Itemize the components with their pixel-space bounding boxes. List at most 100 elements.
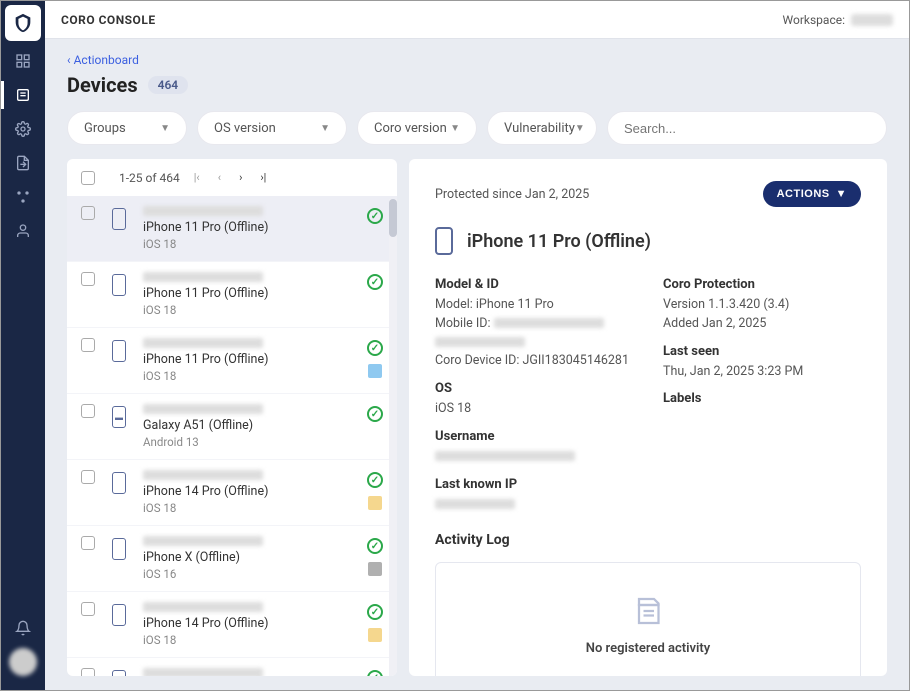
phone-icon: [112, 604, 126, 626]
status-ok-icon: ✓: [367, 340, 383, 356]
device-row[interactable]: iPhone 11 Pro (Offline) iOS 18 ✓: [67, 262, 397, 328]
activity-log-empty: No registered activity: [435, 562, 861, 676]
status-ok-icon: ✓: [367, 472, 383, 488]
os-value: iOS 18: [435, 400, 633, 419]
left-sidebar: [1, 1, 45, 690]
phone-icon: [112, 340, 126, 362]
avatar[interactable]: [9, 648, 37, 676]
actions-button[interactable]: ACTIONS ▼: [763, 181, 861, 207]
coro-device-id: Coro Device ID: JGII183045146281: [435, 352, 633, 371]
protection-label: Coro Protection: [663, 277, 861, 292]
device-row[interactable]: iPhone 14 Pro (Offline) iOS 18 ✓: [67, 592, 397, 658]
pager-prev[interactable]: ‹: [214, 169, 225, 186]
workspace-name[interactable]: [851, 14, 893, 26]
device-row[interactable]: iPhone 14 Pro (Offline)iOS 18✓: [67, 460, 397, 526]
device-email: [143, 338, 263, 348]
phone-icon: [112, 538, 126, 560]
model-id-label: Model & ID: [435, 277, 633, 292]
device-email: [143, 470, 263, 480]
list-scrollbar-thumb[interactable]: [389, 199, 397, 237]
notifications-icon[interactable]: [9, 614, 37, 642]
row-checkbox[interactable]: [81, 338, 95, 352]
chevron-down-icon: ▼: [160, 123, 170, 134]
nav-settings[interactable]: [9, 115, 37, 143]
pager-first[interactable]: |‹: [190, 169, 204, 186]
ip-label: Last known IP: [435, 477, 633, 492]
nav-network[interactable]: [9, 183, 37, 211]
status-ok-icon: ✓: [367, 406, 383, 422]
app-title: CORO CONSOLE: [61, 13, 156, 27]
mobile-id-value2: [435, 337, 525, 347]
protection-added: Added Jan 2, 2025: [663, 315, 861, 334]
device-row[interactable]: iPhone 11 Pro (Offline) iOS 18 ✓: [67, 328, 397, 394]
device-os: iOS 18: [143, 633, 353, 647]
device-os: iOS 18: [143, 369, 353, 383]
page-title: Devices: [67, 73, 138, 97]
nav-export[interactable]: [9, 149, 37, 177]
label-chip: [368, 364, 382, 378]
device-name: iPhone 11 Pro (Offline): [143, 220, 353, 235]
device-name: iPhone X (Offline): [143, 550, 353, 565]
chevron-down-icon: ▼: [320, 123, 330, 134]
list-scrollbar[interactable]: [389, 199, 397, 676]
status-ok-icon: ✓: [367, 604, 383, 620]
username-value: [435, 451, 575, 461]
device-os: Android 13: [143, 435, 353, 449]
status-ok-icon: ✓: [367, 670, 383, 676]
phone-icon: [112, 208, 126, 230]
device-email: [143, 404, 263, 414]
device-os: iOS 18: [143, 501, 353, 515]
device-email: [143, 602, 263, 612]
breadcrumb[interactable]: ‹ Actionboard: [67, 53, 887, 67]
device-detail-panel: Protected since Jan 2, 2025 ACTIONS ▼ iP…: [409, 159, 887, 676]
last-seen-value: Thu, Jan 2, 2025 3:23 PM: [663, 363, 861, 382]
filter-os-version[interactable]: OS version ▼: [197, 111, 347, 145]
filter-vulnerability[interactable]: Vulnerability ▼: [487, 111, 597, 145]
search-box[interactable]: [607, 111, 887, 145]
phone-icon: [112, 472, 126, 494]
filter-coro-version[interactable]: Coro version ▼: [357, 111, 477, 145]
mobile-id-label: Mobile ID:: [435, 316, 491, 331]
logo: [5, 5, 41, 41]
pager-info: 1-25 of 464: [119, 171, 180, 185]
pager-last[interactable]: ›|: [256, 169, 270, 186]
device-row[interactable]: iPhone X (Offline)iOS 16✓: [67, 658, 397, 676]
nav-dashboard[interactable]: [9, 47, 37, 75]
row-checkbox[interactable]: [81, 272, 95, 286]
os-label: OS: [435, 381, 633, 396]
device-name: iPhone 14 Pro (Offline): [143, 616, 353, 631]
workspace-label: Workspace:: [783, 13, 845, 27]
device-os: iOS 16: [143, 567, 353, 581]
device-row[interactable]: iPhone 11 Pro (Offline)iOS 18✓: [67, 196, 397, 262]
device-row[interactable]: ▬Galaxy A51 (Offline)Android 13✓: [67, 394, 397, 460]
device-name: iPhone 11 Pro (Offline): [143, 352, 353, 367]
device-count-badge: 464: [148, 76, 189, 94]
chevron-down-icon: ▼: [450, 123, 460, 134]
status-ok-icon: ✓: [367, 274, 383, 290]
device-os: iOS 18: [143, 237, 353, 251]
row-checkbox[interactable]: [81, 536, 95, 550]
nav-devices[interactable]: [9, 81, 37, 109]
filter-groups[interactable]: Groups ▼: [67, 111, 187, 145]
row-checkbox[interactable]: [81, 206, 95, 220]
device-os: iOS 18: [143, 303, 353, 317]
detail-title: iPhone 11 Pro (Offline): [467, 231, 651, 252]
device-list-panel: 1-25 of 464 |‹ ‹ › ›| iPhone 11 Pro (Off…: [67, 159, 397, 676]
status-ok-icon: ✓: [367, 538, 383, 554]
label-chip: [368, 628, 382, 642]
row-checkbox[interactable]: [81, 404, 95, 418]
device-email: [143, 272, 263, 282]
search-input[interactable]: [624, 121, 870, 136]
row-checkbox[interactable]: [81, 668, 95, 676]
row-checkbox[interactable]: [81, 602, 95, 616]
nav-user[interactable]: [9, 217, 37, 245]
device-row[interactable]: iPhone X (Offline) iOS 16 ✓: [67, 526, 397, 592]
device-name: iPhone 11 Pro (Offline): [143, 286, 353, 301]
device-email: [143, 536, 263, 546]
device-name: Galaxy A51 (Offline): [143, 418, 353, 433]
pager-next[interactable]: ›: [235, 169, 246, 186]
device-email: [143, 668, 263, 676]
select-all-checkbox[interactable]: [81, 171, 95, 185]
row-checkbox[interactable]: [81, 470, 95, 484]
chevron-down-icon: ▼: [575, 123, 585, 134]
